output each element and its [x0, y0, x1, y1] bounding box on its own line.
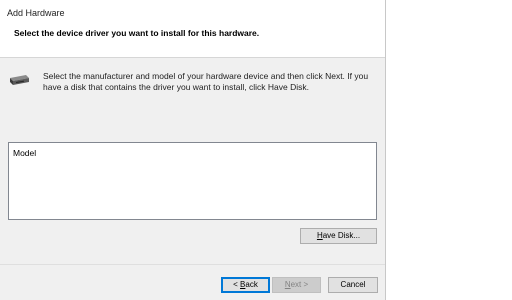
have-disk-label: ave Disk...	[322, 231, 361, 240]
next-button[interactable]: Next >	[272, 277, 321, 293]
have-disk-button[interactable]: Have Disk...	[300, 228, 377, 244]
add-hardware-wizard: Add Hardware Select the device driver yo…	[0, 0, 386, 300]
back-label: ack	[245, 280, 258, 289]
model-listbox[interactable]: Model	[8, 142, 377, 220]
instructions-text: Select the manufacturer and model of you…	[43, 71, 369, 92]
cancel-button[interactable]: Cancel	[328, 277, 378, 293]
window-title: Add Hardware	[7, 8, 65, 18]
button-bar-separator	[0, 264, 385, 265]
wizard-header: Add Hardware Select the device driver yo…	[0, 0, 385, 58]
back-prefix: <	[233, 280, 241, 289]
back-button[interactable]: < Back	[221, 277, 270, 293]
page-subtitle: Select the device driver you want to ins…	[14, 28, 260, 38]
model-column-header: Model	[13, 148, 37, 158]
next-label: ext >	[290, 280, 309, 289]
device-driver-icon	[8, 73, 30, 87]
